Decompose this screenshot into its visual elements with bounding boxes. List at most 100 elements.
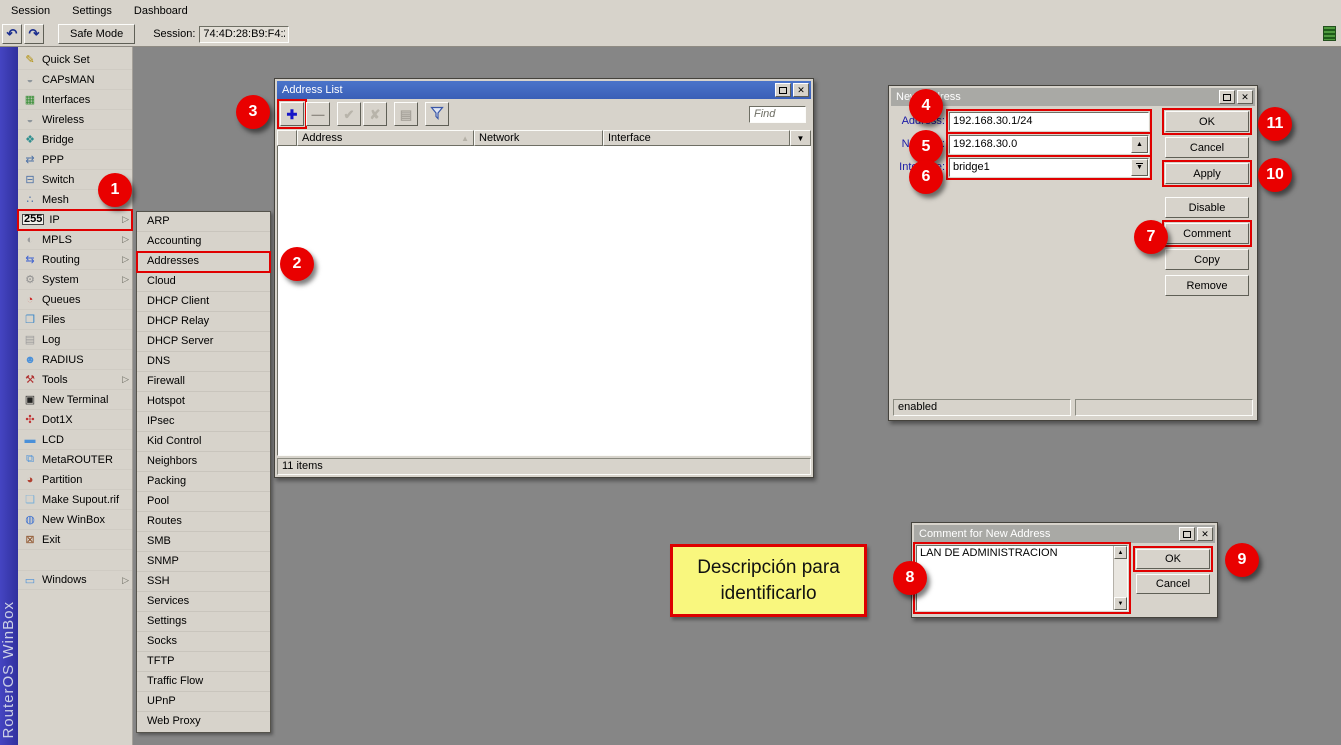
undo-button[interactable]: ↶ <box>2 24 22 44</box>
column-interface[interactable]: Interface <box>603 130 790 146</box>
sidebar-item-bridge[interactable]: ❖Bridge <box>18 130 132 150</box>
close-button[interactable]: ✕ <box>1197 527 1213 541</box>
column-options-button[interactable]: ▼ <box>790 130 811 146</box>
add-button[interactable]: ✚ <box>280 102 304 126</box>
filter-button[interactable] <box>425 102 449 126</box>
submenu-item-dns[interactable]: DNS <box>137 352 270 372</box>
maximize-button[interactable] <box>1219 90 1235 104</box>
scrollbar[interactable]: ▲ ▼ <box>1113 546 1127 610</box>
remove-button[interactable]: Remove <box>1165 275 1249 296</box>
sidebar-item-windows[interactable]: ▭Windows▷ <box>18 570 132 590</box>
sidebar-item-dot1x[interactable]: ✣Dot1X <box>18 410 132 430</box>
submenu-item-upnp[interactable]: UPnP <box>137 692 270 712</box>
column-address[interactable]: Address▲ <box>297 130 474 146</box>
scroll-up-button[interactable]: ▲ <box>1114 546 1127 559</box>
scroll-down-button[interactable]: ▼ <box>1114 597 1127 610</box>
sidebar-item-queues[interactable]: ◔Queues <box>18 290 132 310</box>
close-button[interactable]: ✕ <box>1237 90 1253 104</box>
dropdown-button[interactable]: ▼ <box>1131 159 1148 176</box>
sidebar-item-mpls[interactable]: ◐MPLS▷ <box>18 230 132 250</box>
menu-dashboard[interactable]: Dashboard <box>123 5 199 17</box>
disable-button[interactable]: ✘ <box>363 102 387 126</box>
submenu-item-traffic-flow[interactable]: Traffic Flow <box>137 672 270 692</box>
address-list-body[interactable] <box>277 146 811 456</box>
session-input[interactable] <box>199 26 289 43</box>
network-input[interactable] <box>950 136 1131 153</box>
copy-button[interactable]: Copy <box>1165 249 1249 270</box>
sidebar-item-interfaces[interactable]: ▦Interfaces <box>18 90 132 110</box>
submenu-item-pool[interactable]: Pool <box>137 492 270 512</box>
address-input[interactable] <box>950 113 1148 130</box>
enable-button[interactable]: ✔ <box>337 102 361 126</box>
submenu-item-dhcp-relay[interactable]: DHCP Relay <box>137 312 270 332</box>
column-network[interactable]: Network <box>474 130 603 146</box>
sidebar-item-new-terminal[interactable]: ▣New Terminal <box>18 390 132 410</box>
sidebar-item-quick-set[interactable]: ✎Quick Set <box>18 50 132 70</box>
submenu-item-smb[interactable]: SMB <box>137 532 270 552</box>
sidebar-item-routing[interactable]: ⇆Routing▷ <box>18 250 132 270</box>
submenu-item-ipsec[interactable]: IPsec <box>137 412 270 432</box>
submenu-item-routes[interactable]: Routes <box>137 512 270 532</box>
comment-ok-button[interactable]: OK <box>1136 549 1210 569</box>
sidebar-item-new-winbox[interactable]: ◍New WinBox <box>18 510 132 530</box>
sidebar-item-exit[interactable]: ⊠Exit <box>18 530 132 550</box>
submenu-item-hotspot[interactable]: Hotspot <box>137 392 270 412</box>
sidebar-item-system[interactable]: ⚙System▷ <box>18 270 132 290</box>
sidebar-item-make-supout-rif[interactable]: ❏Make Supout.rif <box>18 490 132 510</box>
sidebar-item-metarouter[interactable]: ⧉MetaROUTER <box>18 450 132 470</box>
sidebar-item-capsman[interactable]: ◒CAPsMAN <box>18 70 132 90</box>
find-input[interactable] <box>749 106 806 123</box>
submenu-item-socks[interactable]: Socks <box>137 632 270 652</box>
apply-button[interactable]: Apply <box>1165 163 1249 184</box>
comment-button[interactable]: Comment <box>1165 223 1249 244</box>
sidebar-item-files[interactable]: ❐Files <box>18 310 132 330</box>
submenu-item-services[interactable]: Services <box>137 592 270 612</box>
submenu-item-snmp[interactable]: SNMP <box>137 552 270 572</box>
submenu-item-cloud[interactable]: Cloud <box>137 272 270 292</box>
step-badge-8: 8 <box>893 561 927 595</box>
submenu-item-firewall[interactable]: Firewall <box>137 372 270 392</box>
close-button[interactable]: ✕ <box>793 83 809 97</box>
submenu-item-dhcp-client[interactable]: DHCP Client <box>137 292 270 312</box>
submenu-item-ssh[interactable]: SSH <box>137 572 270 592</box>
submenu-item-web-proxy[interactable]: Web Proxy <box>137 712 270 732</box>
cancel-button[interactable]: Cancel <box>1165 137 1249 158</box>
scroll-track[interactable] <box>1114 559 1127 597</box>
comment-cancel-button[interactable]: Cancel <box>1136 574 1210 594</box>
arrow-down-icon: ▼ <box>1118 601 1124 607</box>
submenu-item-kid-control[interactable]: Kid Control <box>137 432 270 452</box>
submenu-item-dhcp-server[interactable]: DHCP Server <box>137 332 270 352</box>
comment-titlebar: Comment for New Address ✕ <box>914 525 1215 543</box>
collapse-up-button[interactable]: ▲ <box>1131 136 1148 153</box>
submenu-item-arp[interactable]: ARP <box>137 212 270 232</box>
menu-settings[interactable]: Settings <box>61 5 123 17</box>
submenu-item-neighbors[interactable]: Neighbors <box>137 452 270 472</box>
sidebar-item-ip[interactable]: 255IP▷ <box>18 210 132 230</box>
safe-mode-button[interactable]: Safe Mode <box>58 24 135 44</box>
redo-button[interactable]: ↷ <box>24 24 44 44</box>
sidebar-item-wireless[interactable]: ◒Wireless <box>18 110 132 130</box>
submenu-item-packing[interactable]: Packing <box>137 472 270 492</box>
maximize-button[interactable] <box>775 83 791 97</box>
interface-select[interactable]: bridge1 <box>950 159 1131 176</box>
submenu-item-accounting[interactable]: Accounting <box>137 232 270 252</box>
sidebar-item-lcd[interactable]: ▬LCD <box>18 430 132 450</box>
step-badge-1: 1 <box>98 173 132 207</box>
submenu-item-settings[interactable]: Settings <box>137 612 270 632</box>
menu-session[interactable]: Session <box>0 5 61 17</box>
submenu-item-addresses[interactable]: Addresses <box>137 252 270 272</box>
sidebar-item-partition[interactable]: ◕Partition <box>18 470 132 490</box>
submenu-item-tftp[interactable]: TFTP <box>137 652 270 672</box>
remove-button[interactable]: — <box>306 102 330 126</box>
maximize-button[interactable] <box>1179 527 1195 541</box>
sidebar-item-ppp[interactable]: ⇄PPP <box>18 150 132 170</box>
comment-button[interactable]: ▤ <box>394 102 418 126</box>
sidebar-item-tools[interactable]: ⚒Tools▷ <box>18 370 132 390</box>
disable-button[interactable]: Disable <box>1165 197 1249 218</box>
ok-button[interactable]: OK <box>1165 111 1249 132</box>
sidebar-item-log[interactable]: ▤Log <box>18 330 132 350</box>
column-selector[interactable] <box>277 130 297 146</box>
comment-textarea[interactable]: LAN DE ADMINISTRACION <box>917 546 1113 610</box>
step-badge-5: 5 <box>909 130 943 164</box>
sidebar-item-radius[interactable]: ☻RADIUS <box>18 350 132 370</box>
